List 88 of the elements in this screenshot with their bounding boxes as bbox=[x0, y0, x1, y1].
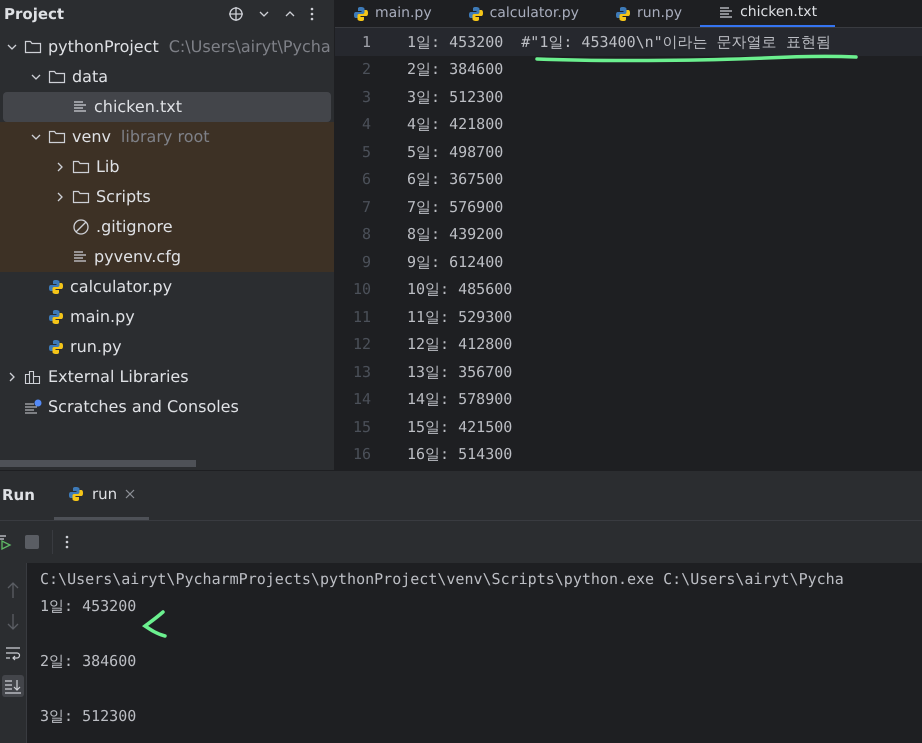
folder-icon bbox=[48, 129, 66, 145]
console-line: 1일: 453200 bbox=[40, 596, 136, 617]
tree-item[interactable]: .gitignore bbox=[0, 212, 334, 242]
code-text: 11일: 529300 bbox=[407, 306, 512, 328]
code-text: 13일: 356700 bbox=[407, 362, 512, 382]
python-icon bbox=[68, 486, 84, 502]
python-icon bbox=[614, 6, 631, 22]
ignore-file-icon bbox=[72, 218, 90, 236]
tree-hint: library root bbox=[120, 126, 210, 148]
target-icon[interactable] bbox=[228, 6, 244, 22]
code-text: 7일: 576900 bbox=[407, 196, 504, 218]
python-icon bbox=[48, 279, 64, 295]
scrollbar[interactable] bbox=[0, 460, 196, 467]
code-text: 8일: 439200 bbox=[407, 224, 504, 245]
soft-wrap-icon[interactable] bbox=[5, 645, 21, 661]
code-text: 12일: 412800 bbox=[407, 334, 512, 355]
libraries-icon bbox=[24, 369, 42, 385]
tree-item[interactable]: pyvenv.cfg bbox=[0, 242, 334, 272]
python-icon bbox=[48, 309, 64, 325]
line-number: 1 bbox=[360, 32, 372, 52]
tree-item[interactable]: calculator.py bbox=[0, 272, 334, 302]
tree-label: run.py bbox=[70, 336, 122, 358]
folder-icon bbox=[72, 189, 90, 205]
text-file-icon bbox=[72, 250, 88, 264]
chevron-right-icon[interactable] bbox=[7, 372, 17, 382]
annotation-check-mark bbox=[141, 609, 167, 639]
chevron-down-icon[interactable] bbox=[31, 72, 41, 82]
scratches-icon bbox=[24, 399, 42, 415]
code-text: 6일: 367500 bbox=[407, 169, 504, 190]
tree-label: .gitignore bbox=[96, 216, 173, 238]
tree-label: venv bbox=[72, 126, 111, 148]
rerun-icon[interactable] bbox=[0, 534, 12, 550]
tree-item[interactable]: main.py bbox=[0, 302, 334, 332]
code-text: 2일: 384600 bbox=[407, 59, 504, 80]
tree-item[interactable]: chicken.txt bbox=[3, 92, 331, 122]
folder-icon bbox=[72, 159, 90, 175]
text-file-icon bbox=[72, 100, 88, 114]
tree-item[interactable]: Lib bbox=[0, 152, 334, 182]
code-comment: #"1일: 453400\n"이라는 문자열로 표현됨 bbox=[521, 32, 831, 52]
tree-label: data bbox=[72, 66, 108, 88]
code-text: 14일: 578900 bbox=[407, 389, 512, 410]
editor-tab[interactable]: calculator.py bbox=[450, 0, 597, 27]
tree-item[interactable]: venv library root bbox=[0, 122, 334, 152]
tree-label: chicken.txt bbox=[94, 96, 182, 118]
tree-label: pyvenv.cfg bbox=[94, 246, 181, 268]
chevron-down-icon[interactable] bbox=[7, 42, 17, 52]
panel-title[interactable]: Project bbox=[4, 2, 64, 26]
tree-item[interactable]: Scratches and Consoles bbox=[0, 392, 334, 422]
console-line: 3일: 512300 bbox=[40, 706, 136, 727]
python-icon bbox=[353, 6, 369, 22]
code-text: 4일: 421800 bbox=[407, 114, 504, 135]
tree-item[interactable]: External Libraries bbox=[0, 362, 334, 392]
python-icon bbox=[468, 6, 484, 22]
code-text: 9일: 612400 bbox=[407, 252, 504, 272]
tree-hint: C:\Users\airyt\Pycha bbox=[168, 36, 331, 58]
tree-label: pythonProject bbox=[48, 36, 159, 58]
more-icon[interactable] bbox=[310, 7, 314, 21]
chevron-down-icon[interactable] bbox=[31, 132, 41, 142]
code-text: 10일: 485600 bbox=[407, 279, 512, 300]
editor-tab[interactable]: run.py bbox=[596, 0, 700, 27]
code-text: 3일: 512300 bbox=[407, 86, 504, 108]
tree-label: main.py bbox=[70, 306, 135, 328]
tree-label: External Libraries bbox=[48, 366, 189, 388]
tree-label: Scripts bbox=[96, 186, 151, 208]
text-file-icon bbox=[718, 6, 734, 20]
code-text: 16일: 514300 bbox=[407, 444, 512, 465]
tree-label: calculator.py bbox=[70, 276, 172, 298]
close-icon[interactable] bbox=[125, 489, 136, 499]
panel-title[interactable]: Run bbox=[0, 484, 54, 507]
console-line: C:\Users\airyt\PycharmProjects\pythonProject\venv\Scripts\python.exe C:\Users\airyt\Pycha bbox=[40, 568, 844, 590]
tree-label: Lib bbox=[96, 156, 120, 178]
tree-item[interactable]: data bbox=[0, 62, 334, 92]
tree-item[interactable]: Scripts bbox=[0, 182, 334, 212]
python-icon bbox=[48, 339, 64, 355]
folder-icon bbox=[48, 69, 66, 85]
tree-label: Scratches and Consoles bbox=[48, 396, 239, 418]
code-text: 5일: 498700 bbox=[407, 142, 504, 162]
tree-item[interactable]: run.py bbox=[0, 332, 334, 362]
editor-tab[interactable]: main.py bbox=[335, 0, 450, 27]
scroll-to-end-icon[interactable] bbox=[2, 675, 24, 697]
code-text: 1일: 453200 bbox=[407, 32, 504, 52]
chevron-right-icon[interactable] bbox=[55, 192, 65, 202]
chevron-right-icon[interactable] bbox=[55, 162, 65, 172]
tree-item[interactable]: pythonProject C:\Users\airyt\Pycha bbox=[0, 32, 334, 62]
more-icon[interactable] bbox=[65, 535, 69, 549]
code-text: 15일: 421500 bbox=[407, 416, 512, 438]
folder-icon bbox=[24, 39, 42, 55]
console-line: 2일: 384600 bbox=[40, 651, 136, 672]
